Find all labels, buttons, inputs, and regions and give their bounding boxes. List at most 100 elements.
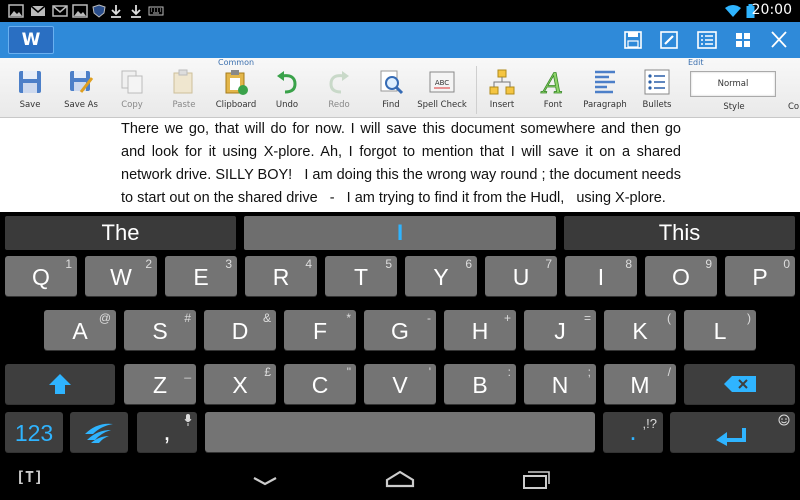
save-button[interactable] <box>618 26 648 54</box>
key-g[interactable]: G- <box>364 310 436 350</box>
key-e[interactable]: E3 <box>165 256 237 296</box>
app-logo-letter: W <box>21 30 41 50</box>
document-text[interactable]: There we go, that will do for now. I wil… <box>121 118 681 210</box>
list-view-icon <box>697 31 717 49</box>
key-alt-label: & <box>262 311 271 325</box>
home-button[interactable] <box>384 466 416 494</box>
enter-key[interactable] <box>670 412 795 452</box>
key-alt-label: @ <box>98 311 111 325</box>
bullets-icon <box>644 69 670 95</box>
copy-icon <box>121 70 143 94</box>
key-label: G <box>391 318 409 344</box>
key-q[interactable]: Q1 <box>5 256 77 296</box>
key-alt-label: 8 <box>625 257 632 271</box>
key-alt-label: 7 <box>545 257 552 271</box>
close-button[interactable] <box>764 26 794 54</box>
list-view-button[interactable] <box>692 26 722 54</box>
grid-view-icon <box>736 33 750 47</box>
key-k[interactable]: K( <box>604 310 676 350</box>
key-alt-label: = <box>583 311 591 325</box>
system-nav-bar: [T] <box>0 460 800 500</box>
numbers-key[interactable]: 123 <box>5 412 63 452</box>
key-alt-label: : <box>507 365 511 379</box>
app-title-bar: W <box>0 22 800 58</box>
edit-button[interactable] <box>654 26 684 54</box>
key-label: C <box>311 372 329 398</box>
key-alt-label: + <box>503 311 511 325</box>
spell-check-icon: ABC <box>429 71 455 93</box>
key-a[interactable]: A @ <box>44 310 116 350</box>
svg-text:A: A <box>540 68 563 96</box>
swiftkey-key[interactable] <box>70 412 128 452</box>
save-icon <box>624 31 642 49</box>
recent-apps-button[interactable] <box>520 466 552 494</box>
suggestion-right[interactable]: This <box>564 216 795 250</box>
key-c[interactable]: C " <box>284 364 356 404</box>
ribbon-spell-check-label: Spell Check <box>417 100 467 110</box>
key-alt-label: 4 <box>305 257 312 271</box>
back-button[interactable] <box>250 466 280 494</box>
key-label: B <box>472 372 488 398</box>
document-area[interactable]: There we go, that will do for now. I wil… <box>0 118 800 212</box>
key-x[interactable]: X £ <box>204 364 276 404</box>
keyboard-switch-icon[interactable]: [T] <box>16 468 43 486</box>
ribbon-bullets-button[interactable]: Bullets <box>629 68 685 114</box>
key-s[interactable]: S # <box>124 310 196 350</box>
key-alt-label: 5 <box>385 257 392 271</box>
paste-icon <box>173 69 193 94</box>
key-label: F <box>312 318 328 344</box>
punctuation-alt-label: ,!? <box>642 416 657 431</box>
key-z[interactable]: Z _ <box>124 364 196 404</box>
gallery-icon <box>72 4 88 18</box>
enter-icon <box>716 428 746 446</box>
key-v[interactable]: V ' <box>364 364 436 404</box>
key-m[interactable]: M / <box>604 364 676 404</box>
numbers-key-label: 123 <box>14 420 54 446</box>
key-t[interactable]: T5 <box>325 256 397 296</box>
key-o[interactable]: O9 <box>645 256 717 296</box>
grid-view-button[interactable] <box>728 26 758 54</box>
key-y[interactable]: Y6 <box>405 256 477 296</box>
suggestion-middle[interactable]: I <box>244 216 556 250</box>
period-key[interactable]: . ,!? <box>603 412 663 452</box>
key-d[interactable]: D & <box>204 310 276 350</box>
key-l[interactable]: L) <box>684 310 756 350</box>
paragraph-icon <box>595 70 615 94</box>
download-icon <box>111 5 121 18</box>
space-bar[interactable] <box>205 412 595 452</box>
style-select[interactable]: Normal <box>690 71 776 97</box>
redo-icon <box>329 71 349 94</box>
shield-icon <box>92 4 106 18</box>
backspace-key[interactable] <box>684 364 795 404</box>
key-h[interactable]: H + <box>444 310 516 350</box>
undo-icon <box>277 71 297 94</box>
key-alt-label: * <box>346 311 351 325</box>
save-icon <box>19 71 41 93</box>
find-icon <box>380 70 404 95</box>
key-n[interactable]: N; <box>524 364 596 404</box>
key-alt-label: ) <box>747 311 751 325</box>
suggestion-left[interactable]: The <box>5 216 236 250</box>
key-f[interactable]: F * <box>284 310 356 350</box>
home-icon <box>385 470 415 488</box>
clock: 20:00 <box>751 2 792 18</box>
insert-icon <box>489 69 515 95</box>
key-j[interactable]: J = <box>524 310 596 350</box>
shift-arrow-icon <box>49 374 71 394</box>
ribbon-spell-check-button[interactable]: ABC Spell Check <box>414 68 470 114</box>
shift-key[interactable] <box>5 364 115 404</box>
key-w[interactable]: W2 <box>85 256 157 296</box>
group-label-common: Common <box>218 58 255 67</box>
key-p[interactable]: P0 <box>725 256 795 296</box>
gmail-icon <box>30 5 46 16</box>
key-label: K <box>632 318 648 344</box>
key-r[interactable]: R4 <box>245 256 317 296</box>
status-bar: 20:00 <box>0 0 800 22</box>
key-label: L <box>713 318 727 344</box>
key-b[interactable]: B: <box>444 364 516 404</box>
comma-key[interactable]: , <box>137 412 197 452</box>
key-alt-label: ( <box>667 311 671 325</box>
key-u[interactable]: U7 <box>485 256 557 296</box>
app-logo[interactable]: W <box>8 26 54 54</box>
key-i[interactable]: I8 <box>565 256 637 296</box>
